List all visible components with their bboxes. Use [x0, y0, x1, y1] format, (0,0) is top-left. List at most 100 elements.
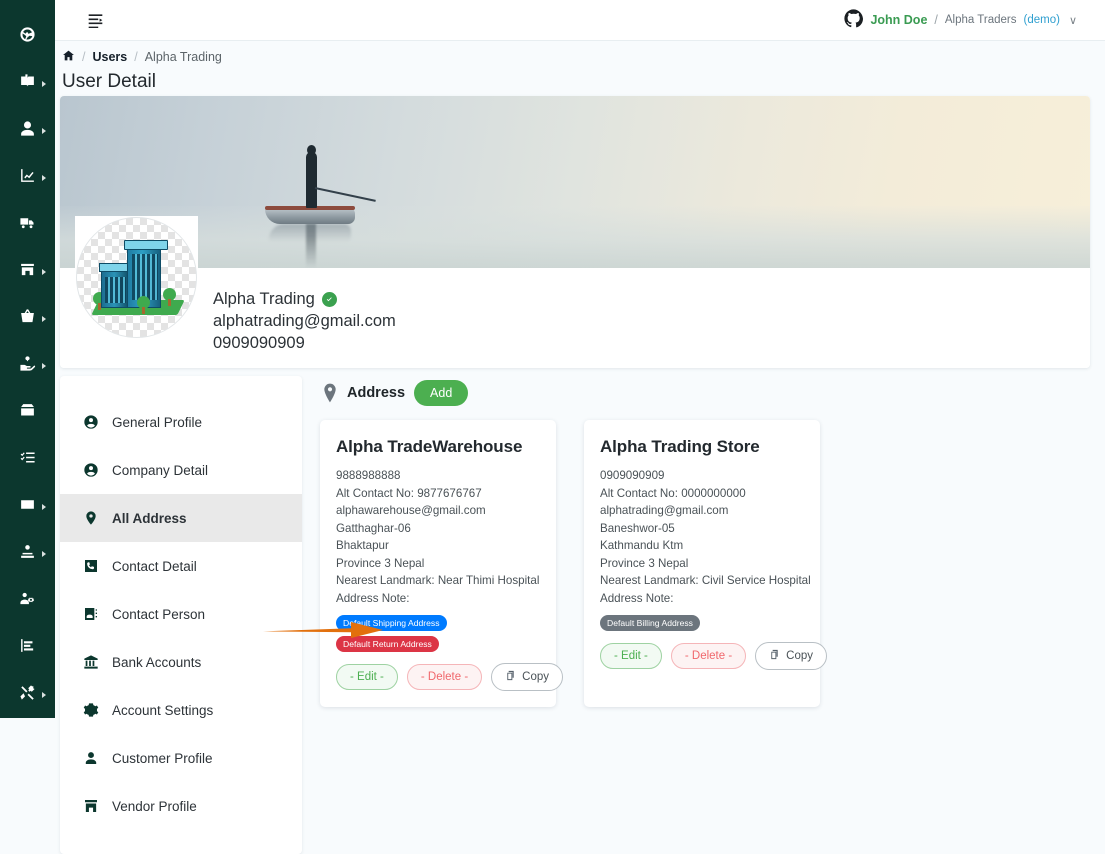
- address-province: Province 3 Nepal: [336, 556, 425, 570]
- chevron-right-icon: [42, 269, 46, 276]
- nav-item-bank-accounts[interactable]: Bank Accounts: [60, 638, 302, 686]
- rail-item-dashboard[interactable]: [0, 14, 55, 61]
- address-badges: Default Shipping Address Default Return …: [336, 615, 540, 652]
- breadcrumb-item-current: Alpha Trading: [144, 50, 222, 64]
- profile-name-row: Alpha Trading: [213, 290, 1090, 309]
- wallet-icon: [19, 496, 36, 518]
- address-landmark: Nearest Landmark: Civil Service Hospital: [600, 574, 811, 587]
- address-note: Address Note:: [336, 591, 410, 605]
- breadcrumb-separator-2: /: [134, 50, 138, 64]
- breadcrumb-item-users[interactable]: Users: [92, 50, 127, 64]
- nav-item-contact-detail[interactable]: Contact Detail: [60, 542, 302, 590]
- profile-cover-banner: [60, 96, 1090, 268]
- chevron-right-icon: [42, 550, 46, 557]
- account-circle-icon: [82, 462, 99, 479]
- address-email: alphawarehouse@gmail.com: [336, 504, 486, 517]
- basket-icon: [19, 308, 36, 330]
- checklist-icon: [19, 449, 36, 471]
- rail-item-purchase[interactable]: [0, 296, 55, 343]
- rail-item-user-settings[interactable]: [0, 577, 55, 624]
- avatar[interactable]: [75, 216, 198, 339]
- address-badges: Default Billing Address: [600, 615, 804, 631]
- nav-item-all-address[interactable]: All Address: [60, 494, 302, 542]
- rail-item-customers[interactable]: [0, 530, 55, 577]
- chevron-right-icon: [42, 503, 46, 510]
- profile-section-nav: General Profile Company Detail All Addre…: [60, 376, 302, 854]
- rail-item-reports[interactable]: [0, 624, 55, 671]
- user-account-menu[interactable]: John Doe / Alpha Traders (demo) ∨: [844, 9, 1077, 31]
- bank-icon: [82, 654, 99, 671]
- user-name: John Doe: [870, 13, 928, 27]
- chevron-down-icon[interactable]: ∨: [1069, 14, 1077, 27]
- address-card-title: Alpha TradeWarehouse: [336, 437, 523, 456]
- nav-item-contact-person[interactable]: Contact Person: [60, 590, 302, 638]
- profile-info: Alpha Trading alphatrading@gmail.com 090…: [60, 268, 1090, 368]
- dashboard-icon: [19, 26, 36, 48]
- nav-item-label: Account Settings: [112, 702, 214, 718]
- content-row: General Profile Company Detail All Addre…: [60, 376, 1090, 854]
- status-badge: Default Billing Address: [600, 615, 700, 631]
- icon-rail-sidebar: [0, 0, 55, 718]
- rail-item-wallet[interactable]: [0, 483, 55, 530]
- rail-item-tools[interactable]: [0, 671, 55, 718]
- nav-item-label: Company Detail: [112, 462, 209, 478]
- delete-button[interactable]: - Delete -: [670, 643, 747, 669]
- office-building-avatar: [76, 217, 197, 338]
- rail-item-analytics[interactable]: [0, 155, 55, 202]
- home-icon[interactable]: [62, 49, 75, 65]
- report-bar-icon: [19, 637, 36, 659]
- address-header: Address Add: [322, 380, 1090, 406]
- address-actions: - Edit - - Delete - Copy: [336, 663, 564, 691]
- breadcrumb: / Users / Alpha Trading: [62, 46, 1105, 68]
- address-panel: Address Add Alpha TradeWarehouse 9888988…: [320, 376, 1090, 707]
- chevron-right-icon: [42, 363, 46, 370]
- map-pin-icon: [82, 510, 99, 527]
- nav-item-vendor-profile[interactable]: Vendor Profile: [60, 782, 302, 830]
- store-icon: [19, 261, 36, 283]
- nav-item-company-detail[interactable]: Company Detail: [60, 446, 302, 494]
- address-city: Kathmandu Ktm: [600, 539, 684, 552]
- user-separator: /: [934, 13, 938, 27]
- storefront-icon: [82, 798, 99, 815]
- rail-item-users[interactable]: [0, 108, 55, 155]
- address-landmark: Nearest Landmark: Near Thimi Hospital: [336, 574, 540, 587]
- copy-button[interactable]: Copy: [491, 663, 564, 691]
- rail-item-delivery[interactable]: [0, 202, 55, 249]
- rail-item-tasks[interactable]: [0, 436, 55, 483]
- address-card: Alpha Trading Store 0909090909 Alt Conta…: [584, 420, 828, 707]
- delivery-truck-icon: [19, 214, 36, 236]
- copy-button[interactable]: Copy: [755, 642, 828, 670]
- profile-hero-card: Alpha Trading alphatrading@gmail.com 090…: [60, 96, 1090, 368]
- user-org: Alpha Traders: [944, 14, 1017, 26]
- delete-button[interactable]: - Delete -: [406, 664, 483, 690]
- edit-button[interactable]: - Edit -: [336, 664, 398, 690]
- rail-item-inventory[interactable]: [0, 390, 55, 437]
- profile-email: alphatrading@gmail.com: [213, 312, 396, 330]
- demo-tag[interactable]: (demo): [1024, 14, 1060, 26]
- copy-icon: [505, 670, 516, 684]
- status-badge: Default Return Address: [336, 636, 439, 652]
- nav-item-label: General Profile: [112, 414, 203, 430]
- rail-item-catalog[interactable]: [0, 61, 55, 108]
- address-actions: - Edit - - Delete - Copy: [600, 642, 828, 670]
- menu-fold-icon[interactable]: [87, 13, 104, 28]
- edit-button[interactable]: - Edit -: [600, 643, 662, 669]
- nav-item-general-profile[interactable]: General Profile: [60, 398, 302, 446]
- gear-icon: [82, 702, 99, 719]
- rail-item-store[interactable]: [0, 249, 55, 296]
- nav-item-account-settings[interactable]: Account Settings: [60, 686, 302, 734]
- rail-item-finance[interactable]: [0, 343, 55, 390]
- address-email: alphatrading@gmail.com: [600, 504, 729, 517]
- nav-item-label: Contact Person: [112, 606, 206, 622]
- add-address-button[interactable]: Add: [414, 380, 469, 406]
- copy-button-label: Copy: [786, 650, 814, 662]
- open-box-icon: [19, 402, 36, 424]
- nav-item-customer-profile[interactable]: Customer Profile: [60, 734, 302, 782]
- person-icon: [82, 750, 99, 767]
- address-phone: 9888988888: [336, 469, 401, 482]
- nav-item-label: All Address: [112, 510, 187, 526]
- hand-money-icon: [19, 355, 36, 377]
- status-badge: Default Shipping Address: [336, 615, 447, 631]
- address-alt-contact: Alt Contact No: 0000000000: [600, 486, 746, 500]
- chevron-right-icon: [42, 175, 46, 182]
